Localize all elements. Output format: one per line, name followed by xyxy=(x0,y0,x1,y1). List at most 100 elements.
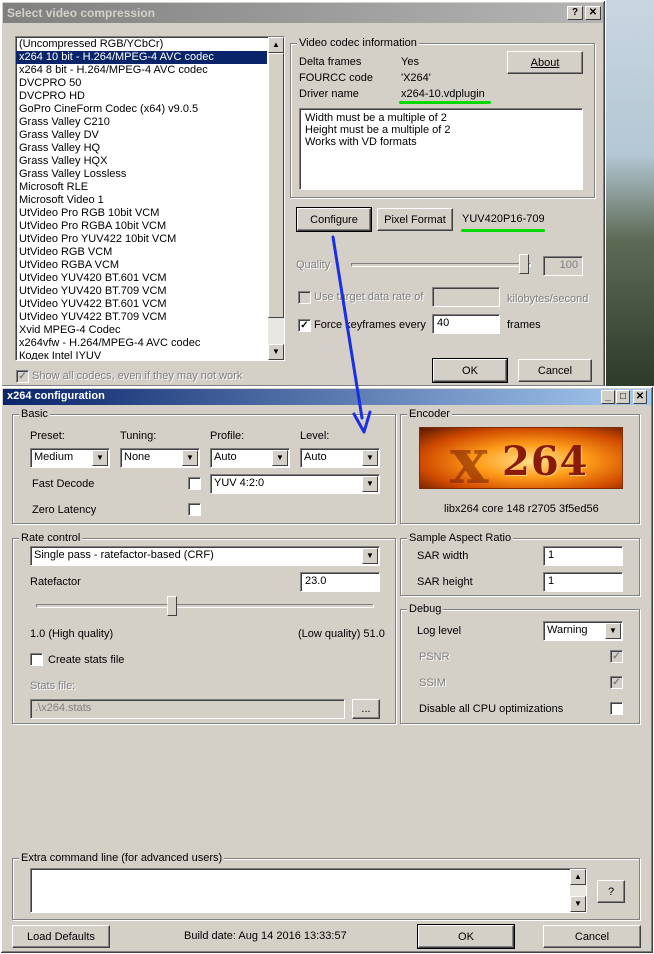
codec-list-item[interactable]: Grass Valley HQ xyxy=(16,142,267,155)
codec-list-item[interactable]: UtVideo YUV422 BT.601 VCM xyxy=(16,298,267,311)
codec-list-item[interactable]: x264 10 bit - H.264/MPEG-4 AVC codec xyxy=(16,51,267,64)
compress-dialog-title: Select video compression xyxy=(7,6,156,20)
scroll-down-icon[interactable]: ▼ xyxy=(268,344,284,360)
browse-stats-button[interactable]: ... xyxy=(352,699,380,719)
codec-list-item[interactable]: UtVideo YUV420 BT.601 VCM xyxy=(16,272,267,285)
quality-track xyxy=(351,263,531,267)
codec-info-label: Video codec information xyxy=(297,37,419,49)
create-stats-checkbox[interactable] xyxy=(30,653,43,666)
chevron-down-icon: ▼ xyxy=(605,623,621,639)
profile-label: Profile: xyxy=(210,430,245,442)
codec-list-item[interactable]: (Uncompressed RGB/YCbCr) xyxy=(16,38,267,51)
codec-list-item[interactable]: Xvid MPEG-4 Codec xyxy=(16,324,267,337)
ssim-label: SSIM xyxy=(419,677,446,689)
target-rate-checkbox[interactable] xyxy=(298,291,311,304)
codec-list-item[interactable]: UtVideo YUV420 BT.709 VCM xyxy=(16,285,267,298)
tuning-label: Tuning: xyxy=(120,430,157,442)
codec-list-item[interactable]: Кодек Intel IYUV xyxy=(16,350,267,360)
codec-list-item[interactable]: Microsoft Video 1 xyxy=(16,194,267,207)
codec-list-item[interactable]: DVCPRO HD xyxy=(16,90,267,103)
level-select[interactable]: Auto ▼ xyxy=(300,448,380,468)
codec-list-item[interactable]: UtVideo YUV422 BT.709 VCM xyxy=(16,311,267,324)
codec-list-scrollbar[interactable]: ▲ ▼ xyxy=(268,37,284,360)
extra-cmd-input[interactable]: ▲ ▼ xyxy=(30,868,587,913)
compress-cancel-button[interactable]: Cancel xyxy=(518,359,592,382)
codec-list-item[interactable]: GoPro CineForm Codec (x64) v9.0.5 xyxy=(16,103,267,116)
sar-width-input[interactable]: 1 xyxy=(543,546,623,566)
stats-file-input[interactable]: .\x264.stats xyxy=(30,699,345,719)
maximize-icon[interactable]: □ xyxy=(616,390,630,404)
compress-ok-button[interactable]: OK xyxy=(432,358,508,383)
load-defaults-button[interactable]: Load Defaults xyxy=(12,925,110,948)
fast-decode-checkbox[interactable] xyxy=(188,477,201,490)
codec-note: Height must be a multiple of 2 xyxy=(305,124,451,136)
tuning-select[interactable]: None ▼ xyxy=(120,448,200,468)
zero-latency-checkbox[interactable] xyxy=(188,503,201,516)
scroll-up-icon[interactable]: ▲ xyxy=(570,869,586,885)
codec-list-item[interactable]: UtVideo Pro RGBA 10bit VCM xyxy=(16,220,267,233)
driver-name-label: Driver name xyxy=(299,88,359,100)
codec-list-item[interactable]: UtVideo Pro RGB 10bit VCM xyxy=(16,207,267,220)
rate-mode-select[interactable]: Single pass - ratefactor-based (CRF) ▼ xyxy=(30,546,380,566)
codec-list-item[interactable]: x264vfw - H.264/MPEG-4 AVC codec xyxy=(16,337,267,350)
driver-name-highlight xyxy=(399,101,491,104)
extra-cmd-scrollbar[interactable]: ▲ ▼ xyxy=(570,869,586,912)
sar-width-label: SAR width xyxy=(417,550,469,562)
ssim-checkbox[interactable]: ✓ xyxy=(610,676,623,689)
help-button[interactable]: ? xyxy=(597,880,625,903)
ratefactor-input[interactable]: 23.0 xyxy=(300,572,380,592)
show-all-codecs-label: Show all codecs, even if they may not wo… xyxy=(32,370,243,382)
codec-list-item[interactable]: Grass Valley DV xyxy=(16,129,267,142)
pixel-format-button[interactable]: Pixel Format xyxy=(377,208,453,231)
x264-dialog-titlebar: x264 configuration xyxy=(3,389,651,405)
quality-slider[interactable] xyxy=(519,254,529,274)
codec-notes-box: Width must be a multiple of 2 Height mus… xyxy=(299,108,583,190)
psnr-checkbox[interactable]: ✓ xyxy=(610,650,623,663)
psnr-label: PSNR xyxy=(419,651,450,663)
configure-button[interactable]: Configure xyxy=(296,207,372,232)
keyframes-input[interactable]: 40 xyxy=(432,314,500,334)
quality-input[interactable]: 100 xyxy=(543,256,583,276)
select-video-compression-dialog: Select video compression ? ✕ (Uncompress… xyxy=(0,0,606,388)
sar-height-input[interactable]: 1 xyxy=(543,572,623,592)
x264-dialog-title: x264 configuration xyxy=(7,390,105,402)
scroll-up-icon[interactable]: ▲ xyxy=(268,37,284,53)
codec-items: (Uncompressed RGB/YCbCr) x264 10 bit - H.… xyxy=(16,38,267,360)
about-button[interactable]: About xyxy=(507,51,583,74)
chevron-down-icon: ▼ xyxy=(182,450,198,466)
scroll-thumb[interactable] xyxy=(268,53,284,318)
minimize-icon[interactable]: _ xyxy=(601,390,615,404)
x264-cancel-button[interactable]: Cancel xyxy=(543,925,641,948)
log-level-select[interactable]: Warning ▼ xyxy=(543,621,623,641)
ratefactor-slider[interactable] xyxy=(167,596,178,616)
codec-list-item[interactable]: Grass Valley C210 xyxy=(16,116,267,129)
x264-ok-button[interactable]: OK xyxy=(417,924,515,949)
help-title-button[interactable]: ? xyxy=(567,6,583,20)
create-stats-label: Create stats file xyxy=(48,654,125,666)
codec-list-item[interactable]: UtVideo RGBA VCM xyxy=(16,259,267,272)
colorspace-select[interactable]: YUV 4:2:0 ▼ xyxy=(210,474,380,494)
sar-height-label: SAR height xyxy=(417,576,473,588)
codec-list-item[interactable]: Grass Valley HQX xyxy=(16,155,267,168)
codec-list[interactable]: (Uncompressed RGB/YCbCr) x264 10 bit - H.… xyxy=(15,36,285,361)
target-rate-input[interactable] xyxy=(432,287,500,307)
profile-select[interactable]: Auto ▼ xyxy=(210,448,290,468)
codec-list-item[interactable]: DVCPRO 50 xyxy=(16,77,267,90)
driver-name-value: x264-10.vdplugin xyxy=(401,88,485,100)
codec-list-item[interactable]: UtVideo Pro YUV422 10bit VCM xyxy=(16,233,267,246)
force-keyframes-checkbox[interactable]: ✓ xyxy=(298,319,311,332)
delta-frames-label: Delta frames xyxy=(299,56,362,68)
codec-list-item[interactable]: UtVideo RGB VCM xyxy=(16,246,267,259)
codec-list-item[interactable]: x264 8 bit - H.264/MPEG-4 AVC codec xyxy=(16,64,267,77)
close-title-button[interactable]: ✕ xyxy=(585,6,601,20)
close-icon[interactable]: ✕ xyxy=(633,390,647,404)
ratefactor-track xyxy=(36,604,374,608)
disable-cpu-checkbox[interactable] xyxy=(610,702,623,715)
preset-select[interactable]: Medium ▼ xyxy=(30,448,110,468)
codec-list-item[interactable]: Microsoft RLE xyxy=(16,181,267,194)
preset-label: Preset: xyxy=(30,430,65,442)
codec-list-item[interactable]: Grass Valley Lossless xyxy=(16,168,267,181)
show-all-codecs-checkbox[interactable]: ✓ xyxy=(16,370,29,383)
codec-note: Width must be a multiple of 2 xyxy=(305,112,447,124)
scroll-down-icon[interactable]: ▼ xyxy=(570,896,586,912)
